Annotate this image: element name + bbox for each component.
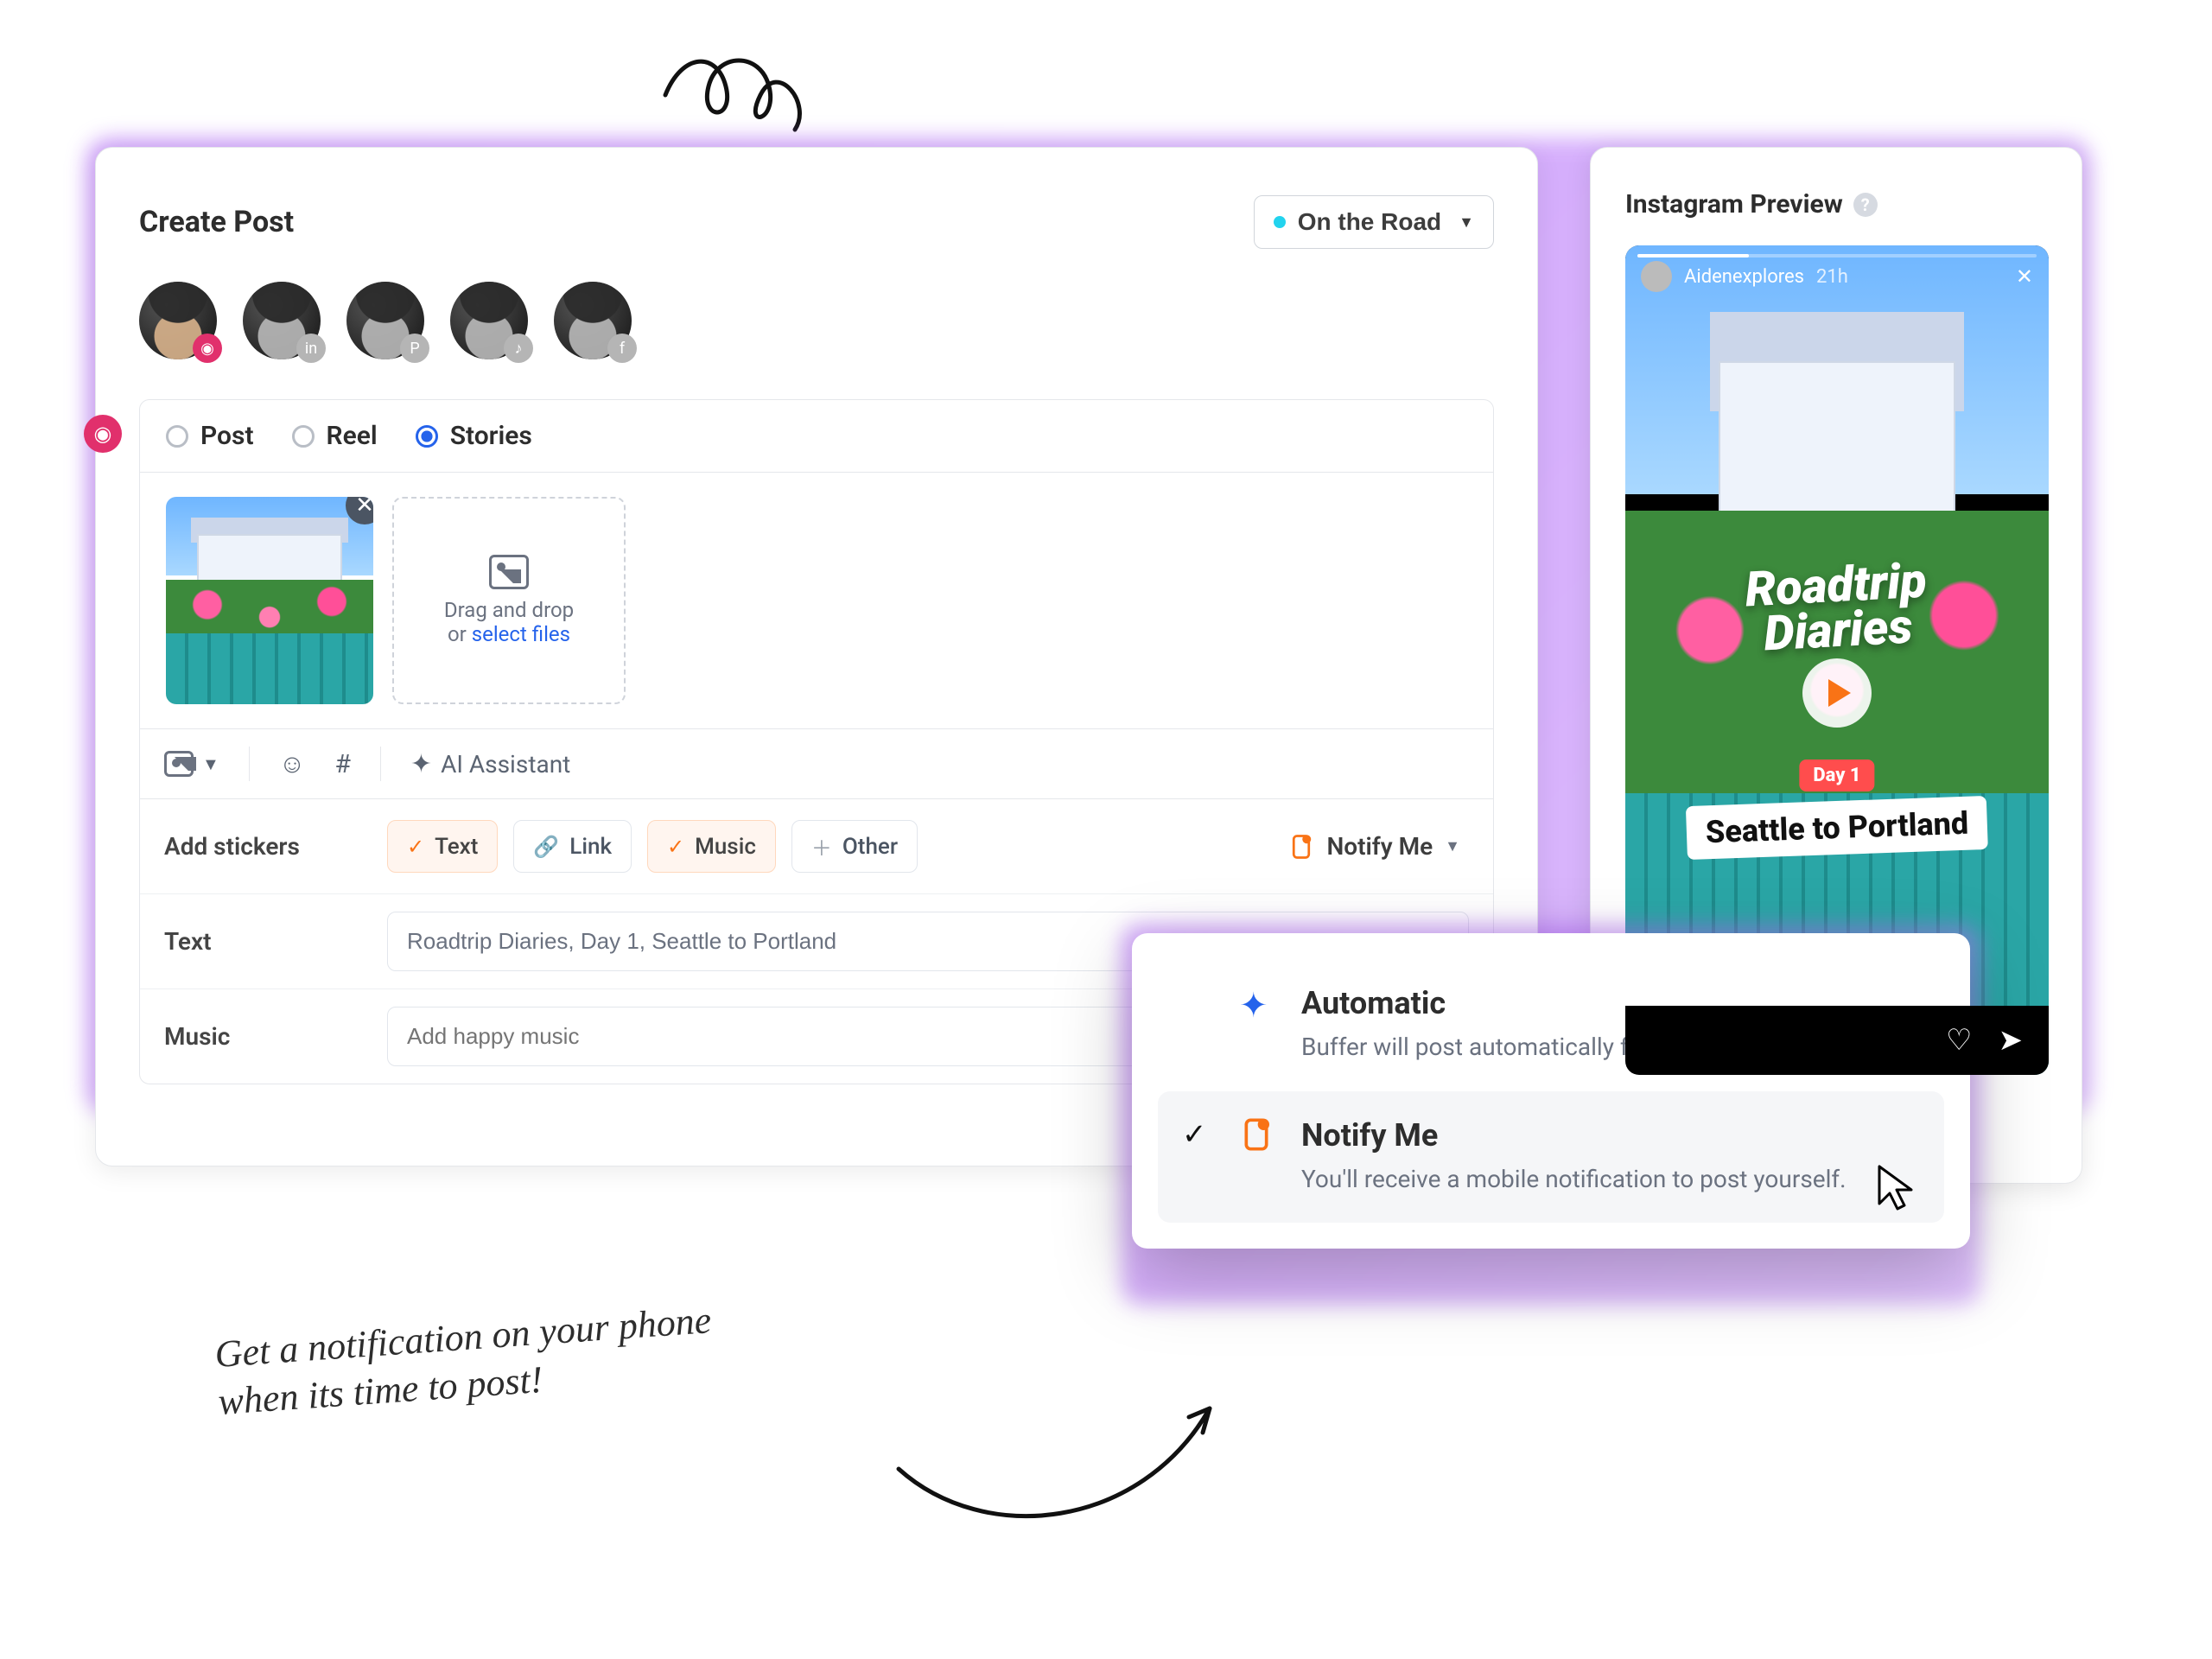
mute-icon[interactable]: ✕ <box>2016 264 2033 289</box>
sticker-chip-link[interactable]: 🔗 Link <box>513 820 632 873</box>
story-username: Aidenexplores <box>1684 266 1804 288</box>
channel-instagram-chip[interactable]: ◉ <box>84 415 122 453</box>
toolbar-emoji-button[interactable]: ☺ <box>279 749 306 779</box>
tab-stories-label: Stories <box>450 421 532 451</box>
day-pill: Day 1 <box>1799 760 1874 791</box>
arrow-decor <box>881 1357 1244 1547</box>
sticker-chip-other[interactable]: ＋ Other <box>791 820 918 873</box>
puzzle-icon: ✦ <box>1239 985 1279 1065</box>
page-title: Create Post <box>139 205 294 239</box>
chip-other-label: Other <box>842 834 898 860</box>
tab-stories[interactable]: Stories <box>416 421 532 451</box>
hashtag-icon: # <box>334 749 350 779</box>
send-icon[interactable]: ➤ <box>1999 1023 2024 1058</box>
story-avatar <box>1641 261 1672 292</box>
campaign-tag-dropdown[interactable]: On the Road ▼ <box>1254 195 1494 249</box>
squiggle-decor <box>648 26 821 147</box>
link-icon: 🔗 <box>533 835 559 859</box>
avatar-facebook[interactable]: f <box>554 282 632 359</box>
tab-reel[interactable]: Reel <box>292 421 378 451</box>
check-icon: ✓ <box>1182 1117 1217 1198</box>
select-files-link[interactable]: select files <box>472 622 570 646</box>
divider <box>380 747 381 781</box>
tag-label: On the Road <box>1298 208 1441 236</box>
tag-color-dot <box>1274 216 1286 228</box>
ai-assistant-label: AI Assistant <box>441 750 570 779</box>
instagram-icon: ◉ <box>193 334 222 363</box>
divider <box>249 747 250 781</box>
help-icon[interactable]: ? <box>1853 193 1878 217</box>
option-notify-desc: You'll receive a mobile notification to … <box>1301 1162 1920 1198</box>
image-icon <box>489 555 529 589</box>
chip-text-label: Text <box>435 834 478 860</box>
preview-title-label: Instagram Preview <box>1625 189 1843 219</box>
heart-icon[interactable]: ♡ <box>1946 1023 1972 1058</box>
notify-icon <box>1239 1117 1279 1198</box>
story-overlay-title: Roadtrip Diaries <box>1744 556 1929 658</box>
dropzone-line1: Drag and drop <box>444 598 574 622</box>
notify-me-dropdown[interactable]: Notify Me ▼ <box>1288 832 1460 861</box>
chevron-down-icon: ▼ <box>1445 837 1460 855</box>
tab-reel-label: Reel <box>327 421 378 451</box>
avatar-pinterest[interactable]: P <box>346 282 424 359</box>
radio-selected-icon <box>416 425 438 448</box>
publish-mode-popover: ✦ Automatic Buffer will post automatical… <box>1132 933 1970 1249</box>
play-button[interactable] <box>1802 658 1872 728</box>
dropzone-line2-prefix: or <box>448 622 472 646</box>
image-icon <box>164 751 194 777</box>
instagram-preview-panel: Instagram Preview ? Aidenexplores 21h ✕ … <box>1590 147 2082 1184</box>
avatar-instagram[interactable]: ◉ <box>139 282 217 359</box>
emoji-icon: ☺ <box>279 749 306 779</box>
tab-post[interactable]: Post <box>166 421 254 451</box>
sticker-chip-text[interactable]: ✓ Text <box>387 820 498 873</box>
story-age: 21h <box>1816 266 1848 288</box>
toolbar-image-button[interactable]: ▼ <box>164 751 219 777</box>
media-dropzone[interactable]: Drag and dropor select files <box>392 497 626 704</box>
notify-me-label: Notify Me <box>1326 832 1433 861</box>
facebook-icon: f <box>607 334 637 363</box>
notify-icon <box>1288 834 1314 860</box>
avatar-tiktok[interactable]: ♪ <box>450 282 528 359</box>
tab-post-label: Post <box>200 421 254 451</box>
chevron-down-icon: ▼ <box>1459 213 1474 232</box>
check-placeholder <box>1182 985 1217 1065</box>
chip-link-label: Link <box>569 834 612 860</box>
handwritten-note: Get a notification on your phone when it… <box>213 1296 716 1426</box>
radio-icon <box>292 425 315 448</box>
linkedin-icon: in <box>296 334 326 363</box>
chevron-down-icon: ▼ <box>202 753 219 775</box>
plus-icon: ＋ <box>811 831 832 861</box>
avatar-linkedin[interactable]: in <box>243 282 321 359</box>
check-icon: ✓ <box>667 835 684 859</box>
music-field-label: Music <box>164 1022 363 1051</box>
radio-icon <box>166 425 188 448</box>
pinterest-icon: P <box>400 334 429 363</box>
magic-wand-icon: ✦ <box>410 749 432 779</box>
route-pill: Seattle to Portland <box>1686 796 1988 860</box>
cursor-icon <box>1875 1162 1918 1214</box>
toolbar-ai-assistant-button[interactable]: ✦ AI Assistant <box>410 749 570 779</box>
stickers-label: Add stickers <box>164 832 363 861</box>
text-field-label: Text <box>164 927 363 956</box>
media-thumbnail[interactable]: ✕ <box>166 497 373 704</box>
account-avatars: ◉ in P ♪ f <box>139 282 1494 359</box>
option-notify-title: Notify Me <box>1301 1117 1920 1154</box>
toolbar-hashtag-button[interactable]: # <box>334 749 350 779</box>
sticker-chip-music[interactable]: ✓ Music <box>647 820 776 873</box>
chip-music-label: Music <box>695 834 756 860</box>
tiktok-icon: ♪ <box>504 334 533 363</box>
option-notify-me[interactable]: ✓ Notify Me You'll receive a mobile noti… <box>1158 1091 1944 1224</box>
check-icon: ✓ <box>407 835 424 859</box>
